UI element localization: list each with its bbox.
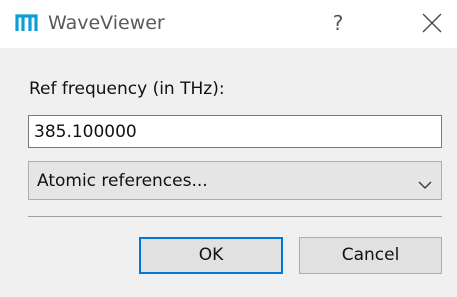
ref-frequency-value: 385.100000 — [34, 122, 137, 142]
close-button[interactable] — [412, 6, 452, 40]
ref-frequency-input[interactable]: 385.100000 — [28, 115, 442, 148]
close-icon — [422, 13, 442, 33]
waveviewer-logo-icon — [15, 14, 38, 32]
help-button[interactable]: ? — [318, 6, 358, 40]
chevron-down-icon — [418, 175, 432, 194]
atomic-references-dropdown[interactable]: Atomic references... — [28, 161, 442, 200]
ok-button[interactable]: OK — [139, 237, 283, 274]
ref-frequency-label: Ref frequency (in THz): — [29, 79, 225, 99]
dialog-body: Ref frequency (in THz): 385.100000 Atomi… — [0, 48, 457, 297]
atomic-references-value: Atomic references... — [37, 171, 208, 191]
title-bar: WaveViewer ? — [0, 0, 457, 48]
separator — [28, 216, 442, 217]
cancel-button[interactable]: Cancel — [299, 237, 442, 274]
window-title: WaveViewer — [48, 12, 165, 34]
